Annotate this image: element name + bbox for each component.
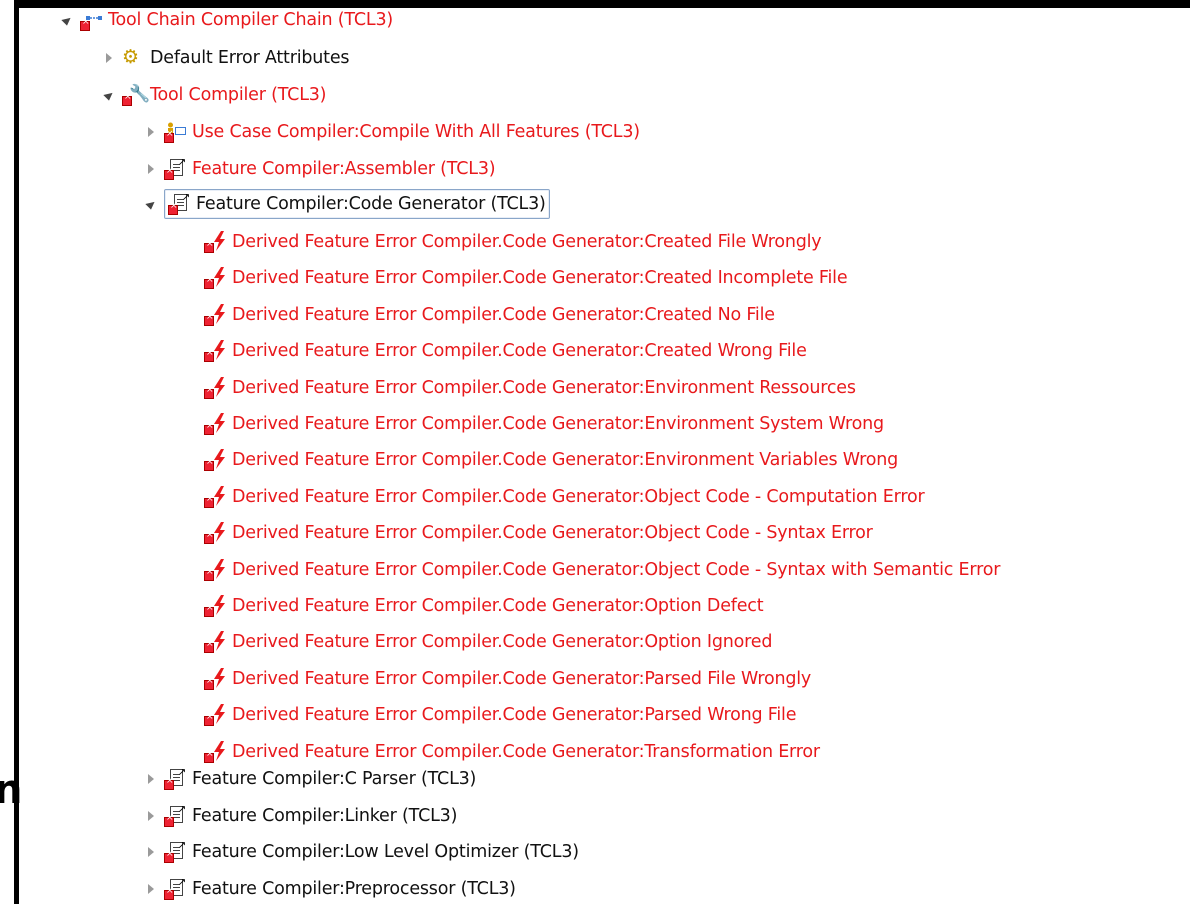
tree-node-derived-error[interactable]: Derived Feature Error Compiler.Code Gene… [204,260,848,296]
tree-node-label: Tool Compiler (TCL3) [150,85,327,105]
tree-node-feature[interactable]: ↗ Feature Compiler:Low Level Optimizer (… [144,834,579,870]
feature-icon: ↗ [164,841,186,863]
derived-error-icon [204,667,226,690]
tree-node-label: Derived Feature Error Compiler.Code Gene… [232,668,812,689]
tree-node-label: Derived Feature Error Compiler.Code Gene… [232,341,807,362]
tree-node-derived-error[interactable]: Derived Feature Error Compiler.Code Gene… [204,479,925,515]
tree-node-derived-error[interactable]: Derived Feature Error Compiler.Code Gene… [204,406,884,442]
derived-error-icon [204,704,226,727]
tree-node-label: Use Case Compiler:Compile With All Featu… [192,122,640,142]
tree-node-label: Feature Compiler:Preprocessor (TCL3) [192,878,516,899]
tree-node-label: Derived Feature Error Compiler.Code Gene… [232,232,822,252]
derived-error-icon [204,740,226,763]
tree-node-default-error-attributes[interactable]: ⚙ Default Error Attributes [102,40,350,76]
collapse-toggle[interactable] [144,197,158,211]
tree-node-use-case[interactable]: Use Case Compiler:Compile With All Featu… [144,114,640,150]
feature-icon: ↗ [164,804,186,827]
derived-error-icon [204,267,226,290]
tree-node-label: Derived Feature Error Compiler.Code Gene… [232,450,899,471]
tree-node-derived-error[interactable]: Derived Feature Error Compiler.Code Gene… [204,624,772,660]
tree-node-label: Derived Feature Error Compiler.Code Gene… [232,705,797,726]
tree-node-label: Derived Feature Error Compiler.Code Gene… [232,486,925,507]
derived-error-icon [204,231,226,253]
feature-icon: ↗ [164,768,186,790]
gears-icon: ⚙ [122,46,139,68]
tool-icon: 🔧 [122,84,150,106]
tree-node-label: Derived Feature Error Compiler.Code Gene… [232,414,884,434]
tree-node-label: Derived Feature Error Compiler.Code Gene… [232,559,1001,580]
tree-node-label: Feature Compiler:Code Generator (TCL3) [196,194,546,214]
collapse-toggle[interactable] [102,88,116,102]
tree-node-feature[interactable]: ↗ Feature Compiler:Linker (TCL3) [144,798,457,834]
expand-toggle[interactable] [144,809,158,823]
tree-node-label: Tool Chain Compiler Chain (TCL3) [108,10,394,30]
tree-node-code-generator[interactable]: ↗ Feature Compiler:Code Generator (TCL3) [144,186,550,222]
expand-toggle[interactable] [144,882,158,896]
tree-node-derived-error[interactable]: Derived Feature Error Compiler.Code Gene… [204,442,898,478]
model-tree[interactable]: Tool Chain Compiler Chain (TCL3) ⚙ Defau… [24,0,1190,904]
tree-node-label: Derived Feature Error Compiler.Code Gene… [232,523,873,544]
tree-node-derived-error[interactable]: Derived Feature Error Compiler.Code Gene… [204,333,807,369]
derived-error-icon [204,303,226,326]
tree-node-assembler[interactable]: ↗ Feature Compiler:Assembler (TCL3) [144,151,496,187]
tree-node-derived-error[interactable]: Derived Feature Error Compiler.Code Gene… [204,515,873,551]
tree-node-feature[interactable]: ↗ Feature Compiler:C Parser (TCL3) [144,761,476,797]
derived-error-icon [204,449,226,472]
expand-toggle[interactable] [144,772,158,786]
tree-node-label: Default Error Attributes [150,48,350,68]
expand-toggle[interactable] [102,51,116,65]
expand-toggle[interactable] [144,845,158,859]
use-case-icon [164,121,186,143]
tree-node-tool-compiler[interactable]: 🔧 Tool Compiler (TCL3) [102,77,327,113]
derived-error-icon [204,485,226,508]
tree-node-label: Derived Feature Error Compiler.Code Gene… [232,268,848,289]
derived-error-icon [204,340,226,363]
tree-node-label: Derived Feature Error Compiler.Code Gene… [232,377,856,398]
tree-node-label: Feature Compiler:Low Level Optimizer (TC… [192,842,579,862]
tree-node-feature[interactable]: ↗ Feature Compiler:Preprocessor (TCL3) [144,871,516,907]
tree-node-derived-error[interactable]: Derived Feature Error Compiler.Code Gene… [204,661,811,697]
tree-node-derived-error[interactable]: Derived Feature Error Compiler.Code Gene… [204,224,822,260]
feature-icon: ↗ [164,158,186,180]
tree-node-derived-error[interactable]: Derived Feature Error Compiler.Code Gene… [204,697,796,733]
expand-toggle[interactable] [144,162,158,176]
tree-node-label: Derived Feature Error Compiler.Code Gene… [232,632,773,653]
tree-node-derived-error[interactable]: Derived Feature Error Compiler.Code Gene… [204,370,856,406]
feature-icon: ↗ [164,877,186,900]
derived-error-icon [204,558,226,581]
derived-error-icon [204,595,226,617]
collapse-toggle[interactable] [60,13,74,27]
tree-node-label: Derived Feature Error Compiler.Code Gene… [232,304,775,325]
tree-node-root[interactable]: Tool Chain Compiler Chain (TCL3) [60,2,393,38]
stray-glyph: n [0,767,23,813]
tree-node-derived-error[interactable]: Derived Feature Error Compiler.Code Gene… [204,297,775,333]
tool-chain-icon [80,9,102,31]
tree-node-label: Feature Compiler:C Parser (TCL3) [192,769,477,789]
tree-node-label: Derived Feature Error Compiler.Code Gene… [232,596,764,616]
derived-error-icon [204,631,226,654]
expand-toggle[interactable] [144,125,158,139]
tree-node-derived-error[interactable]: Derived Feature Error Compiler.Code Gene… [204,588,764,624]
tree-node-label: Feature Compiler:Assembler (TCL3) [192,159,496,179]
tree-node-label: Derived Feature Error Compiler.Code Gene… [232,741,820,762]
tree-node-label: Feature Compiler:Linker (TCL3) [192,805,458,826]
derived-error-icon [204,413,226,435]
derived-error-icon [204,522,226,545]
selection-highlight[interactable]: ↗ Feature Compiler:Code Generator (TCL3) [164,189,550,219]
tree-node-derived-error[interactable]: Derived Feature Error Compiler.Code Gene… [204,552,1000,588]
derived-error-icon [204,376,226,399]
feature-icon: ↗ [168,193,190,215]
